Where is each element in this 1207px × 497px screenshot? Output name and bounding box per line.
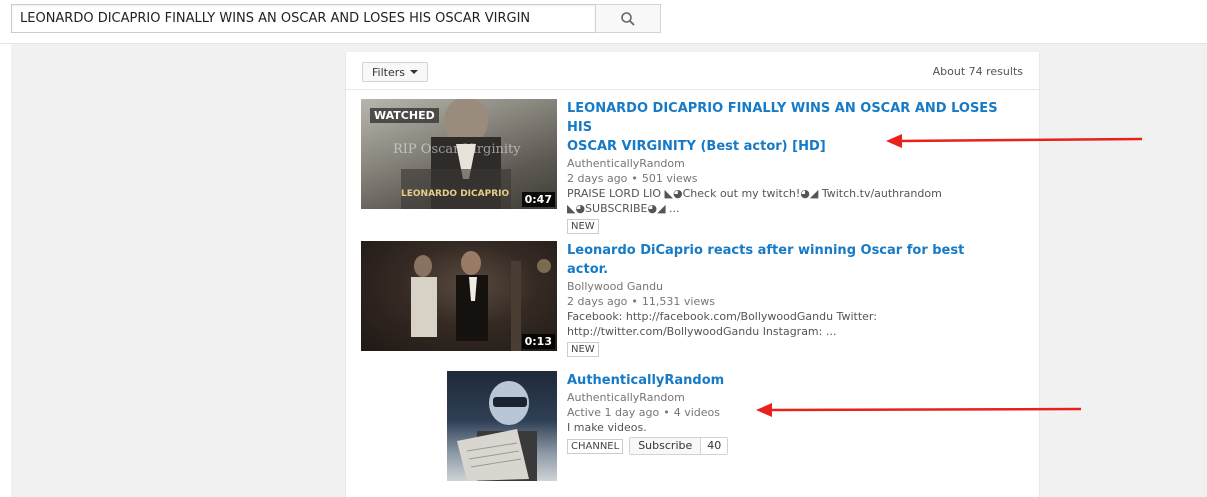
separator-dot: • bbox=[631, 172, 638, 185]
annotation-arrow bbox=[886, 134, 1143, 148]
video-description: Facebook: http://facebook.com/BollywoodG… bbox=[567, 309, 1007, 339]
description-line: ◣◕SUBSCRIBE◕◢ ... bbox=[567, 202, 680, 215]
channel-actions: CHANNEL Subscribe 40 bbox=[567, 437, 1007, 455]
video-title[interactable]: Leonardo DiCaprio reacts after winning O… bbox=[567, 241, 1007, 279]
left-gutter bbox=[0, 44, 11, 497]
channel-avatar[interactable] bbox=[447, 371, 557, 481]
watched-badge: WATCHED bbox=[370, 108, 439, 123]
annotation-arrow bbox=[756, 403, 1082, 417]
channel-name[interactable]: Bollywood Gandu bbox=[567, 279, 1007, 294]
results-count: About 74 results bbox=[932, 65, 1023, 78]
video-thumbnail[interactable]: RIP Oscar Virginity LEONARDO DICAPRIO WA… bbox=[361, 99, 557, 209]
video-duration: 0:13 bbox=[521, 334, 555, 349]
upload-age: 2 days ago bbox=[567, 295, 628, 308]
separator-dot: • bbox=[631, 295, 638, 308]
subscribe-label: Subscribe bbox=[630, 438, 701, 454]
description-line: http://twitter.com/BollywoodGandu Instag… bbox=[567, 325, 837, 338]
description-line: Facebook: http://facebook.com/BollywoodG… bbox=[567, 310, 877, 323]
channel-result: AuthenticallyRandom AuthenticallyRandom … bbox=[361, 371, 1021, 486]
search-input[interactable]: LEONARDO DICAPRIO FINALLY WINS AN OSCAR … bbox=[11, 4, 595, 33]
video-info: LEONARDO DICAPRIO FINALLY WINS AN OSCAR … bbox=[567, 99, 1007, 234]
subscriber-count: 40 bbox=[700, 438, 728, 454]
avatar-image bbox=[457, 381, 537, 481]
video-description: PRAISE LORD LIO ◣◕Check out my twitch!◕◢… bbox=[567, 186, 1007, 216]
thumbnail-name: LEONARDO DICAPRIO bbox=[401, 189, 510, 199]
video-meta: 2 days ago • 11,531 views bbox=[567, 294, 1007, 309]
channel-activity: Active 1 day ago bbox=[567, 406, 660, 419]
subscribe-button[interactable]: Subscribe 40 bbox=[629, 437, 729, 455]
new-badge: NEW bbox=[567, 219, 599, 234]
channel-badge: CHANNEL bbox=[567, 438, 624, 454]
view-count: 11,531 views bbox=[641, 295, 715, 308]
masthead: LEONARDO DICAPRIO FINALLY WINS AN OSCAR … bbox=[0, 0, 1207, 44]
video-duration: 0:47 bbox=[521, 192, 555, 207]
video-meta: 2 days ago • 501 views bbox=[567, 171, 1007, 186]
upload-age: 2 days ago bbox=[567, 172, 628, 185]
channel-name[interactable]: AuthenticallyRandom bbox=[567, 156, 1007, 171]
description-line: PRAISE LORD LIO ◣◕Check out my twitch!◕◢… bbox=[567, 187, 942, 200]
filters-label: Filters bbox=[372, 65, 405, 79]
channel-description: I make videos. bbox=[567, 421, 647, 434]
search-icon bbox=[621, 11, 635, 26]
view-count: 501 views bbox=[641, 172, 698, 185]
channel-title[interactable]: AuthenticallyRandom bbox=[567, 371, 1007, 390]
video-result: RIP Oscar Virginity LEONARDO DICAPRIO WA… bbox=[361, 99, 1021, 234]
video-count: 4 videos bbox=[673, 406, 720, 419]
new-badge: NEW bbox=[567, 342, 599, 357]
video-thumbnail[interactable]: 0:13 bbox=[361, 241, 557, 351]
separator-dot: • bbox=[663, 406, 670, 419]
video-info: Leonardo DiCaprio reacts after winning O… bbox=[567, 241, 1007, 357]
search-button[interactable] bbox=[595, 4, 661, 33]
caret-down-icon bbox=[409, 70, 418, 74]
filters-button[interactable]: Filters bbox=[362, 62, 428, 82]
thumbnail-caption: RIP Oscar Virginity bbox=[393, 142, 521, 157]
filters-row: Filters About 74 results bbox=[346, 52, 1039, 90]
video-result: 0:13 Leonardo DiCaprio reacts after winn… bbox=[361, 241, 1021, 357]
results-panel: Filters About 74 results RIP Oscar Virgi… bbox=[345, 52, 1040, 497]
